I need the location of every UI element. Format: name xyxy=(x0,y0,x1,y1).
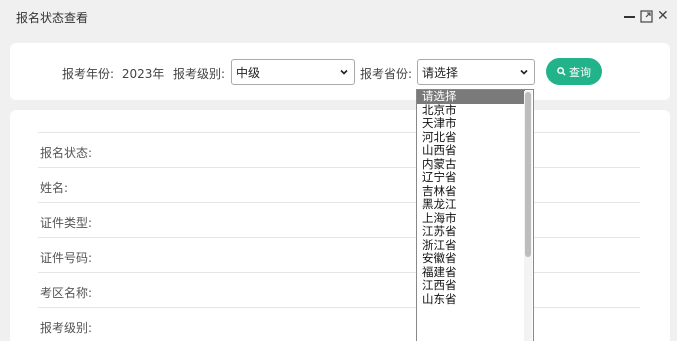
minimize-icon[interactable] xyxy=(624,8,635,18)
province-select[interactable]: 请选择 xyxy=(417,59,535,85)
query-button-label: 查询 xyxy=(569,65,591,79)
search-icon xyxy=(557,67,566,76)
province-option[interactable]: 北京市 xyxy=(417,103,533,118)
province-option[interactable]: 江苏省 xyxy=(417,224,533,239)
title-bar: 报名状态查看 ✕ xyxy=(0,0,677,34)
level-label: 报考级别: xyxy=(173,67,226,81)
id-type-label: 证件类型: xyxy=(40,216,93,230)
maximize-icon[interactable] xyxy=(640,10,653,23)
province-option[interactable]: 吉林省 xyxy=(417,184,533,199)
exam-level-label: 报考级别: xyxy=(40,321,93,335)
result-row-id-type: 证件类型: xyxy=(38,202,640,237)
name-label: 姓名: xyxy=(40,181,69,195)
result-row-id-number: 证件号码: xyxy=(38,237,640,272)
result-row-exam-area: 考区名称: xyxy=(38,272,640,307)
year-label-text: 报考年份: xyxy=(62,67,115,81)
province-option[interactable]: 上海市 xyxy=(417,211,533,226)
exam-area-label: 考区名称: xyxy=(40,286,93,300)
province-dropdown-list[interactable]: 请选择 北京市 天津市 河北省 山西省 内蒙古 辽宁省 吉林省 黑龙江 上海市 … xyxy=(416,89,534,341)
province-option[interactable]: 浙江省 xyxy=(417,238,533,253)
province-option[interactable]: 山西省 xyxy=(417,143,533,158)
province-option[interactable]: 江西省 xyxy=(417,278,533,293)
province-option[interactable]: 福建省 xyxy=(417,265,533,280)
query-panel: 报考年份: 2023年 报考级别: 中级 报考省份: 请选择 查询 xyxy=(10,43,670,100)
province-option[interactable]: 辽宁省 xyxy=(417,170,533,185)
province-option[interactable]: 天津市 xyxy=(417,116,533,131)
maximize-icon-graphic xyxy=(640,10,653,23)
result-row-status: 报名状态: xyxy=(38,132,640,167)
province-option[interactable]: 黑龙江 xyxy=(417,197,533,212)
province-option[interactable]: 内蒙古 xyxy=(417,157,533,172)
province-option[interactable]: 安徽省 xyxy=(417,251,533,266)
result-row-exam-level: 报考级别: xyxy=(38,307,640,341)
dropdown-scrollbar[interactable] xyxy=(524,91,532,341)
province-option[interactable]: 山东省 xyxy=(417,292,533,307)
window-title: 报名状态查看 xyxy=(16,11,89,25)
province-select-value: 请选择 xyxy=(422,65,459,80)
dropdown-scrollbar-thumb[interactable] xyxy=(525,92,531,257)
close-icon[interactable]: ✕ xyxy=(657,8,669,24)
level-select-value: 中级 xyxy=(236,65,261,80)
province-label: 报考省份: xyxy=(360,67,413,81)
chevron-down-icon xyxy=(520,69,528,75)
query-button[interactable]: 查询 xyxy=(546,58,602,85)
level-select[interactable]: 中级 xyxy=(231,59,355,85)
id-number-label: 证件号码: xyxy=(40,251,93,265)
province-option[interactable]: 请选择 xyxy=(417,90,525,104)
report-status-window: 报名状态查看 ✕ 报考年份: 2023年 报考级别: 中级 报考省份: 请选择 xyxy=(0,0,677,341)
province-option[interactable]: 河北省 xyxy=(417,130,533,145)
year-value: 2023年 xyxy=(121,67,165,81)
year-label: 报考年份: 2023年 xyxy=(62,65,164,82)
chevron-down-icon xyxy=(340,69,348,75)
result-panel: 报名状态: 姓名: 证件类型: 证件号码: 考区名称: 报考级别: xyxy=(10,110,670,341)
status-label: 报名状态: xyxy=(40,146,93,160)
result-row-name: 姓名: xyxy=(38,167,640,202)
